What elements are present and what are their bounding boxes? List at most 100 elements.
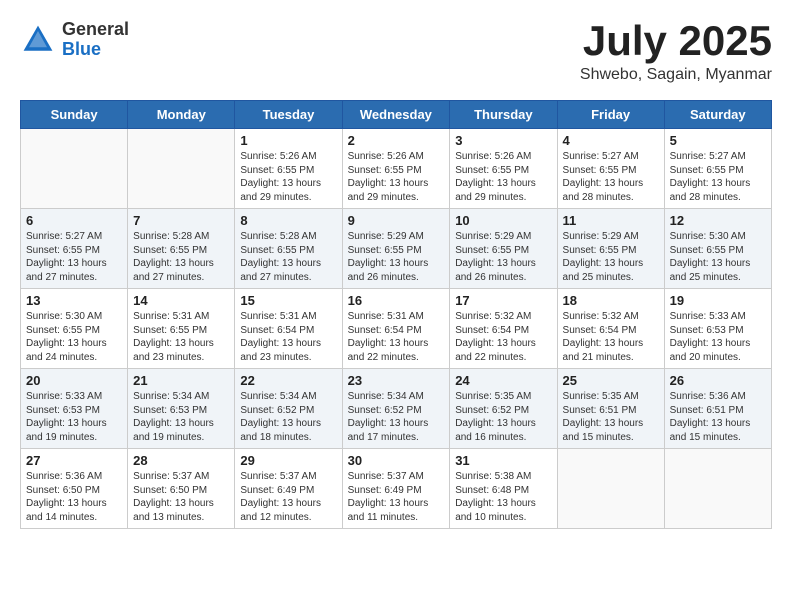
month-title: July 2025 — [580, 20, 772, 62]
calendar-cell: 22Sunrise: 5:34 AMSunset: 6:52 PMDayligh… — [235, 369, 342, 449]
cell-content: Sunrise: 5:26 AMSunset: 6:55 PMDaylight:… — [455, 150, 551, 204]
calendar-cell: 2 Sunrise: 5:26 AMSunset: 6:55 PMDaylight… — [342, 129, 450, 209]
cell-content: Sunrise: 5:31 AMSunset: 6:54 PMDaylight:… — [348, 310, 445, 364]
cell-content: Sunrise: 5:38 AMSunset: 6:48 PMDaylight:… — [455, 470, 551, 524]
calendar-cell: 5Sunrise: 5:27 AMSunset: 6:55 PMDaylight… — [664, 129, 771, 209]
cell-content: Sunrise: 5:32 AMSunset: 6:54 PMDaylight:… — [455, 310, 551, 364]
cell-content: Sunrise: 5:31 AMSunset: 6:54 PMDaylight:… — [240, 310, 336, 364]
calendar-cell: 23 Sunrise: 5:34 AMSunset: 6:52 PMDayligh… — [342, 369, 450, 449]
day-header-monday: Monday — [128, 101, 235, 129]
calendar-cell — [128, 129, 235, 209]
cell-content: Sunrise: 5:26 AMSunset: 6:55 PMDaylight:… — [240, 150, 336, 204]
day-number: 26 — [670, 373, 766, 388]
day-header-tuesday: Tuesday — [235, 101, 342, 129]
cell-content: Sunrise: 5:35 AMSunset: 6:51 PMDaylight:… — [563, 390, 659, 444]
calendar-cell: 11 Sunrise: 5:29 AMSunset: 6:55 PMDayligh… — [557, 209, 664, 289]
calendar-cell: 28Sunrise: 5:37 AMSunset: 6:50 PMDayligh… — [128, 449, 235, 529]
day-number: 4 — [563, 133, 659, 148]
cell-content: Sunrise: 5:30 AMSunset: 6:55 PMDaylight:… — [670, 230, 766, 284]
calendar-cell: 4 Sunrise: 5:27 AMSunset: 6:55 PMDaylight… — [557, 129, 664, 209]
day-number: 9 — [348, 213, 445, 228]
cell-content: Sunrise: 5:31 AMSunset: 6:55 PMDaylight:… — [133, 310, 229, 364]
cell-content: Sunrise: 5:36 AMSunset: 6:50 PMDaylight:… — [26, 470, 122, 524]
calendar-cell: 3Sunrise: 5:26 AMSunset: 6:55 PMDaylight… — [450, 129, 557, 209]
day-number: 16 — [348, 293, 445, 308]
calendar-cell: 24 Sunrise: 5:35 AMSunset: 6:52 PMDayligh… — [450, 369, 557, 449]
day-number: 5 — [670, 133, 766, 148]
day-number: 1 — [240, 133, 336, 148]
calendar-cell: 7 Sunrise: 5:28 AMSunset: 6:55 PMDaylight… — [128, 209, 235, 289]
calendar-cell: 17Sunrise: 5:32 AMSunset: 6:54 PMDayligh… — [450, 289, 557, 369]
calendar-table: SundayMondayTuesdayWednesdayThursdayFrid… — [20, 100, 772, 529]
calendar-cell: 13 Sunrise: 5:30 AMSunset: 6:55 PMDayligh… — [21, 289, 128, 369]
day-number: 13 — [26, 293, 122, 308]
calendar-week-row: 20 Sunrise: 5:33 AMSunset: 6:53 PMDayligh… — [21, 369, 772, 449]
calendar-cell: 16 Sunrise: 5:31 AMSunset: 6:54 PMDayligh… — [342, 289, 450, 369]
calendar-cell: 29 Sunrise: 5:37 AMSunset: 6:49 PMDayligh… — [235, 449, 342, 529]
calendar-cell: 21 Sunrise: 5:34 AMSunset: 6:53 PMDayligh… — [128, 369, 235, 449]
calendar-cell: 31Sunrise: 5:38 AMSunset: 6:48 PMDayligh… — [450, 449, 557, 529]
cell-content: Sunrise: 5:29 AMSunset: 6:55 PMDaylight:… — [563, 230, 659, 284]
calendar-week-row: 1 Sunrise: 5:26 AMSunset: 6:55 PMDaylight… — [21, 129, 772, 209]
cell-content: Sunrise: 5:28 AMSunset: 6:55 PMDaylight:… — [133, 230, 229, 284]
cell-content: Sunrise: 5:37 AMSunset: 6:49 PMDaylight:… — [348, 470, 445, 524]
cell-content: Sunrise: 5:29 AMSunset: 6:55 PMDaylight:… — [348, 230, 445, 284]
calendar-cell: 12 Sunrise: 5:30 AMSunset: 6:55 PMDayligh… — [664, 209, 771, 289]
day-number: 24 — [455, 373, 551, 388]
calendar-cell: 20 Sunrise: 5:33 AMSunset: 6:53 PMDayligh… — [21, 369, 128, 449]
calendar-cell: 26 Sunrise: 5:36 AMSunset: 6:51 PMDayligh… — [664, 369, 771, 449]
day-number: 14 — [133, 293, 229, 308]
cell-content: Sunrise: 5:37 AMSunset: 6:49 PMDaylight:… — [240, 470, 336, 524]
day-number: 7 — [133, 213, 229, 228]
cell-content: Sunrise: 5:33 AMSunset: 6:53 PMDaylight:… — [26, 390, 122, 444]
calendar-cell: 10Sunrise: 5:29 AMSunset: 6:55 PMDayligh… — [450, 209, 557, 289]
calendar-cell: 9 Sunrise: 5:29 AMSunset: 6:55 PMDaylight… — [342, 209, 450, 289]
logo-general: General — [62, 20, 129, 40]
calendar-cell: 18 Sunrise: 5:32 AMSunset: 6:54 PMDayligh… — [557, 289, 664, 369]
logo: General Blue — [20, 20, 129, 60]
day-header-thursday: Thursday — [450, 101, 557, 129]
day-header-sunday: Sunday — [21, 101, 128, 129]
day-number: 29 — [240, 453, 336, 468]
day-header-friday: Friday — [557, 101, 664, 129]
day-header-wednesday: Wednesday — [342, 101, 450, 129]
day-number: 6 — [26, 213, 122, 228]
day-number: 21 — [133, 373, 229, 388]
day-number: 12 — [670, 213, 766, 228]
cell-content: Sunrise: 5:27 AMSunset: 6:55 PMDaylight:… — [26, 230, 122, 284]
cell-content: Sunrise: 5:32 AMSunset: 6:54 PMDaylight:… — [563, 310, 659, 364]
calendar-cell: 30Sunrise: 5:37 AMSunset: 6:49 PMDayligh… — [342, 449, 450, 529]
cell-content: Sunrise: 5:28 AMSunset: 6:55 PMDaylight:… — [240, 230, 336, 284]
cell-content: Sunrise: 5:35 AMSunset: 6:52 PMDaylight:… — [455, 390, 551, 444]
cell-content: Sunrise: 5:33 AMSunset: 6:53 PMDaylight:… — [670, 310, 766, 364]
calendar-week-row: 27Sunrise: 5:36 AMSunset: 6:50 PMDayligh… — [21, 449, 772, 529]
cell-content: Sunrise: 5:34 AMSunset: 6:52 PMDaylight:… — [348, 390, 445, 444]
page-header: General Blue July 2025 Shwebo, Sagain, M… — [20, 20, 772, 84]
day-number: 20 — [26, 373, 122, 388]
calendar-cell: 14 Sunrise: 5:31 AMSunset: 6:55 PMDayligh… — [128, 289, 235, 369]
calendar-week-row: 13 Sunrise: 5:30 AMSunset: 6:55 PMDayligh… — [21, 289, 772, 369]
calendar-cell — [664, 449, 771, 529]
location-subtitle: Shwebo, Sagain, Myanmar — [580, 66, 772, 84]
calendar-week-row: 6 Sunrise: 5:27 AMSunset: 6:55 PMDaylight… — [21, 209, 772, 289]
day-number: 15 — [240, 293, 336, 308]
cell-content: Sunrise: 5:30 AMSunset: 6:55 PMDaylight:… — [26, 310, 122, 364]
calendar-cell — [21, 129, 128, 209]
calendar-cell: 8Sunrise: 5:28 AMSunset: 6:55 PMDaylight… — [235, 209, 342, 289]
logo-text: General Blue — [62, 20, 129, 60]
day-number: 23 — [348, 373, 445, 388]
cell-content: Sunrise: 5:27 AMSunset: 6:55 PMDaylight:… — [563, 150, 659, 204]
day-number: 25 — [563, 373, 659, 388]
cell-content: Sunrise: 5:34 AMSunset: 6:52 PMDaylight:… — [240, 390, 336, 444]
calendar-cell: 1 Sunrise: 5:26 AMSunset: 6:55 PMDaylight… — [235, 129, 342, 209]
title-block: July 2025 Shwebo, Sagain, Myanmar — [580, 20, 772, 84]
cell-content: Sunrise: 5:34 AMSunset: 6:53 PMDaylight:… — [133, 390, 229, 444]
day-number: 2 — [348, 133, 445, 148]
cell-content: Sunrise: 5:37 AMSunset: 6:50 PMDaylight:… — [133, 470, 229, 524]
cell-content: Sunrise: 5:36 AMSunset: 6:51 PMDaylight:… — [670, 390, 766, 444]
day-number: 18 — [563, 293, 659, 308]
day-number: 19 — [670, 293, 766, 308]
calendar-header-row: SundayMondayTuesdayWednesdayThursdayFrid… — [21, 101, 772, 129]
day-number: 11 — [563, 213, 659, 228]
cell-content: Sunrise: 5:26 AMSunset: 6:55 PMDaylight:… — [348, 150, 445, 204]
